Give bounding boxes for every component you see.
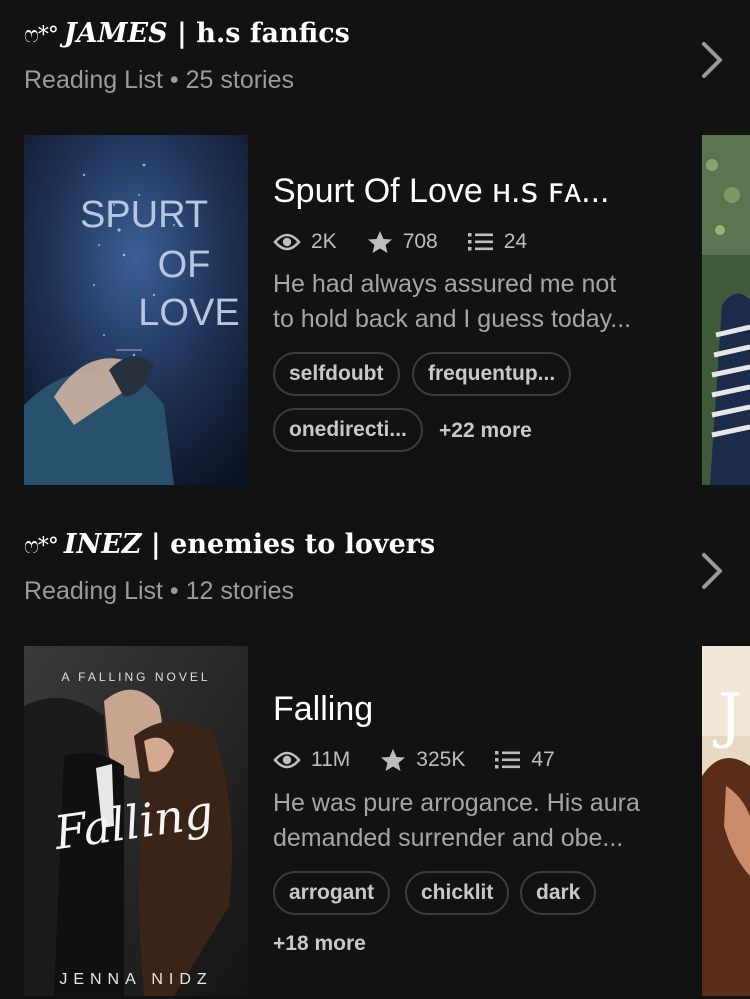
reads-stat: 2K — [273, 230, 337, 254]
tag-chip[interactable]: arrogant — [273, 871, 391, 915]
story-cover[interactable]: SPURT OF LOVE — [24, 135, 248, 485]
votes-stat: 325K — [380, 748, 465, 772]
more-tags-link[interactable]: +22 more — [439, 419, 532, 443]
title-decoration: ෆ*° — [24, 23, 59, 48]
parts-count: 24 — [503, 230, 528, 253]
tag-chip[interactable]: chicklit — [405, 871, 510, 915]
tag-chip[interactable]: selfdoubt — [273, 352, 400, 396]
eye-icon — [273, 751, 301, 769]
reads-count: 2K — [311, 230, 337, 253]
parts-stat: 24 — [467, 230, 528, 254]
title-rest: | enemies to lovers — [141, 529, 436, 560]
story-title[interactable]: Spurt Of Love ʜ.ꜱ ꜰᴀ... — [273, 171, 653, 211]
cover-series-text: A FALLING NOVEL — [61, 670, 210, 684]
cover-title-line-2: OF — [158, 244, 211, 286]
story-title[interactable]: Falling — [273, 690, 653, 729]
description-line-1: He had always assured me not — [273, 270, 617, 298]
votes-stat: 708 — [367, 230, 438, 254]
cover-title-line-1: SPURT — [80, 194, 208, 236]
reads-count: 11M — [311, 748, 351, 771]
chevron-right-icon[interactable] — [698, 40, 726, 80]
story-card[interactable]: A FALLING NOVEL Falling JENNA NIDZ Falli… — [24, 646, 674, 996]
description-line-2: demanded surrender and obe... — [273, 824, 624, 852]
votes-count: 325K — [416, 748, 466, 771]
next-story-cover-peek[interactable]: J — [702, 646, 750, 996]
votes-count: 708 — [402, 230, 438, 253]
list-icon — [495, 751, 521, 769]
star-icon — [381, 749, 406, 771]
star-icon — [367, 231, 392, 253]
reads-stat: 11M — [273, 748, 350, 772]
list-icon — [467, 233, 493, 251]
chevron-right-icon[interactable] — [698, 551, 726, 591]
title-name: JAMES — [63, 18, 168, 49]
story-stats: 2K 708 24 — [273, 227, 557, 257]
title-rest: | h.s fanfics — [167, 18, 350, 49]
reading-list-title: ෆ*° JAMES | h.s fanfics — [24, 18, 350, 49]
description-line-1: He was pure arrogance. His aura — [273, 789, 640, 817]
description-line-2: to hold back and I guess today... — [273, 305, 632, 333]
reading-list-subtitle: Reading List • 12 stories — [24, 577, 295, 605]
cover-title-line-3: LOVE — [138, 292, 239, 334]
story-cover[interactable]: A FALLING NOVEL Falling JENNA NIDZ — [24, 646, 248, 996]
tag-chip[interactable]: dark — [520, 871, 597, 915]
eye-icon — [273, 233, 301, 251]
story-description: He was pure arrogance. His aura demanded… — [273, 786, 663, 856]
tag-chip[interactable]: onedirecti... — [273, 408, 423, 452]
more-tags-link[interactable]: +18 more — [273, 932, 366, 956]
story-description: He had always assured me not to hold bac… — [273, 267, 663, 337]
reading-list-subtitle: Reading List • 25 stories — [24, 66, 295, 94]
reading-list-title: ෆ*° INEZ | enemies to lovers — [24, 529, 435, 560]
parts-count: 47 — [531, 748, 555, 771]
title-name: INEZ — [63, 529, 142, 560]
cover-author: JENNA NIDZ — [59, 971, 212, 988]
tag-chip[interactable]: frequentup... — [412, 352, 572, 396]
title-decoration: ෆ*° — [24, 534, 59, 559]
story-card[interactable]: SPURT OF LOVE Spurt Of Love ʜ.ꜱ ꜰᴀ... 2K… — [24, 135, 674, 485]
parts-stat: 47 — [495, 748, 555, 772]
story-stats: 11M 325K 47 — [273, 745, 585, 775]
next-story-cover-peek[interactable] — [702, 135, 750, 485]
